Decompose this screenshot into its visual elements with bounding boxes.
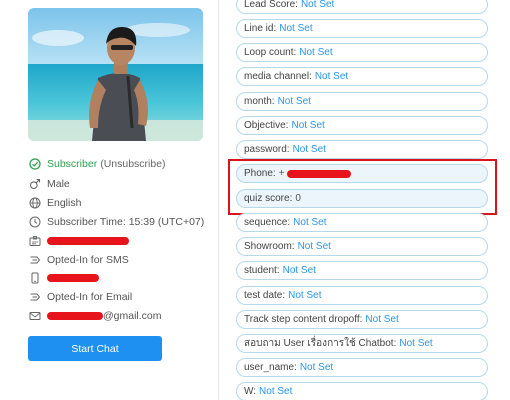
- field-value: Not Set: [292, 144, 326, 155]
- field-value: Not Set: [297, 241, 331, 252]
- field-label: Showroom:: [244, 241, 295, 252]
- opt-in-icon: [28, 253, 42, 267]
- field-value: Not Set: [314, 71, 349, 82]
- field-password[interactable]: password: Not Set: [236, 140, 488, 159]
- field-track-step-content-dropoff[interactable]: Track step content dropoff: Not Set: [236, 310, 488, 329]
- sms-optin-text: Opted-In for SMS: [47, 254, 129, 266]
- field-media-channel[interactable]: media channel: Not Set: [236, 67, 488, 86]
- field-value: Not Set: [279, 23, 313, 34]
- field-value: Not Set: [282, 265, 316, 276]
- email-optin-text: Opted-In for Email: [47, 291, 133, 303]
- field-label: Lead Score:: [244, 0, 298, 10]
- subscriber-label: Subscriber: [47, 158, 98, 170]
- profile-panel: Subscriber (Unsubscribe) Male English Su…: [0, 0, 212, 400]
- field-month[interactable]: month: Not Set: [236, 92, 488, 111]
- field-label: สอบถาม User เรื่องการใช้ Chatbot:: [244, 338, 397, 349]
- gender-row: Male: [28, 176, 70, 192]
- field-value: Not Set: [277, 96, 311, 107]
- redacted-id: [47, 237, 129, 245]
- field-label: Loop count:: [244, 47, 297, 58]
- field-value: Not Set: [399, 338, 433, 349]
- opt-in-icon: [28, 290, 42, 304]
- email-optin-row: Opted-In for Email: [28, 289, 132, 305]
- clock-icon: [28, 215, 42, 229]
- sms-optin-row: Opted-In for SMS: [28, 252, 129, 268]
- envelope-icon: [28, 309, 42, 323]
- start-chat-button[interactable]: Start Chat: [28, 336, 162, 361]
- field-value: Not Set: [288, 290, 322, 301]
- gender-value: Male: [47, 178, 70, 190]
- field-label: user_name:: [244, 362, 297, 373]
- field-value: Not Set: [291, 120, 325, 131]
- field-sequence[interactable]: sequence: Not Set: [236, 213, 488, 232]
- profile-photo: [28, 8, 203, 141]
- redacted-email-user: [47, 312, 103, 320]
- field-chatbot-usage-question[interactable]: สอบถาม User เรื่องการใช้ Chatbot: Not Set: [236, 334, 488, 353]
- redacted-phone: [47, 274, 99, 282]
- globe-icon: [28, 196, 42, 210]
- field-lead-score[interactable]: Lead Score: Not Set: [236, 0, 488, 14]
- phone-row: [28, 270, 99, 286]
- id-row: [28, 233, 129, 249]
- subscriber-time-row: Subscriber Time: 15:39 (UTC+07): [28, 214, 204, 230]
- id-card-icon: [28, 234, 42, 248]
- field-objective[interactable]: Objective: Not Set: [236, 116, 488, 135]
- language-value: English: [47, 197, 82, 209]
- email-suffix: @gmail.com: [103, 310, 162, 322]
- field-showroom[interactable]: Showroom: Not Set: [236, 237, 488, 256]
- field-value: Not Set: [299, 362, 334, 373]
- check-circle-icon: [28, 157, 42, 171]
- field-w[interactable]: W: Not Set: [236, 382, 488, 400]
- male-icon: [28, 177, 42, 191]
- field-label: Line id:: [244, 23, 277, 34]
- field-label: sequence:: [244, 217, 291, 228]
- field-student[interactable]: student: Not Set: [236, 261, 488, 280]
- field-value: Not Set: [259, 386, 293, 397]
- field-value: Not Set: [293, 217, 327, 228]
- subscriber-status: Subscriber (Unsubscribe): [28, 156, 166, 172]
- field-value: Not Set: [365, 314, 399, 325]
- panel-divider: [218, 0, 219, 400]
- field-label: test date:: [244, 290, 286, 301]
- field-value: Not Set: [299, 47, 333, 58]
- subscriber-time: Subscriber Time: 15:39 (UTC+07): [47, 216, 205, 228]
- email-row: @gmail.com: [28, 308, 162, 324]
- highlight-annotation: [228, 159, 497, 215]
- mobile-phone-icon: [28, 271, 42, 285]
- field-label: Track step content dropoff:: [244, 314, 363, 325]
- field-loop-count[interactable]: Loop count: Not Set: [236, 43, 488, 62]
- field-label: student:: [244, 265, 280, 276]
- field-test-date[interactable]: test date: Not Set: [236, 286, 488, 305]
- field-label: Objective:: [244, 120, 289, 131]
- field-value: Not Set: [300, 0, 335, 10]
- field-line-id[interactable]: Line id: Not Set: [236, 19, 488, 38]
- field-label: W:: [244, 386, 257, 397]
- language-row: English: [28, 195, 81, 211]
- field-user-name[interactable]: user_name: Not Set: [236, 358, 488, 377]
- field-label: month:: [244, 96, 275, 107]
- unsubscribe-link[interactable]: (Unsubscribe): [100, 158, 165, 170]
- field-label: password:: [244, 144, 290, 155]
- field-label: media channel:: [244, 71, 312, 82]
